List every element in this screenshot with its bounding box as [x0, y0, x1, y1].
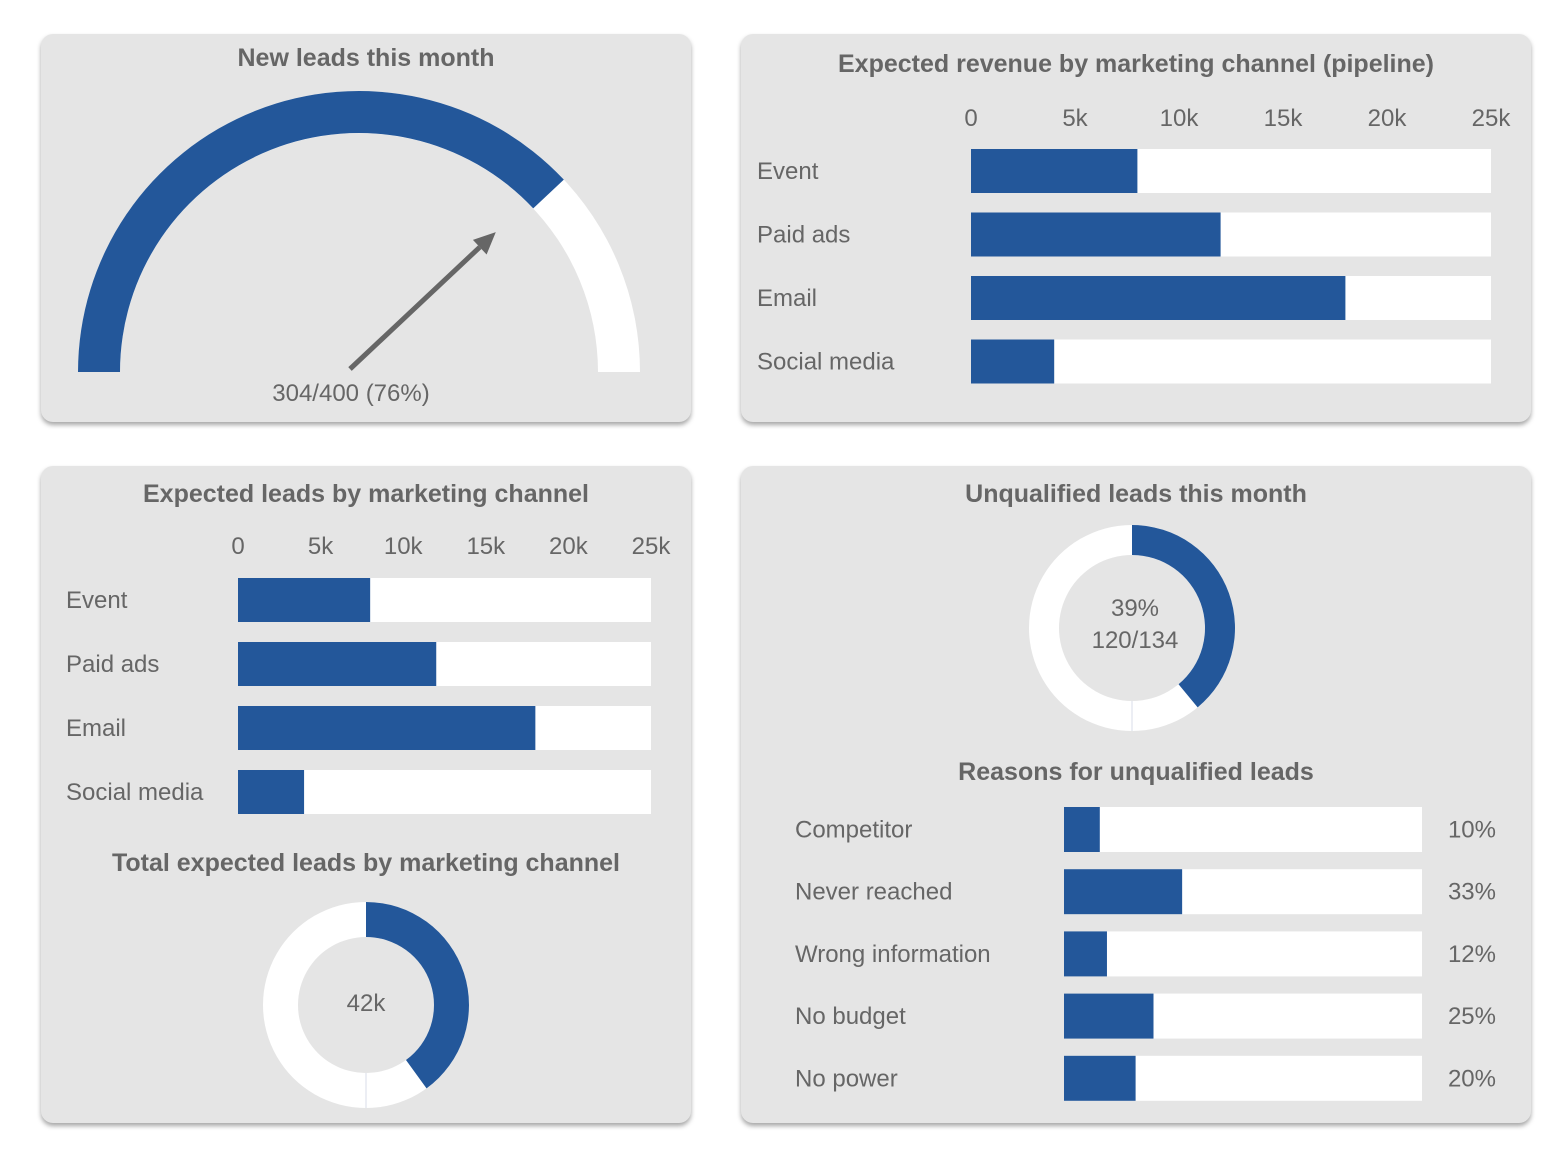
revenue-category-label: Paid ads — [757, 222, 850, 249]
donut-center-label: 42k — [347, 990, 387, 1017]
revenue-tick-label: 10k — [1160, 105, 1200, 132]
new-leads-panel: New leads this month 304/400 (76%) — [41, 34, 691, 422]
gauge-needle — [348, 245, 482, 371]
leads-panel: Expected leads by marketing channel 0 5k 1… — [41, 466, 691, 1123]
revenue-category-label: Social media — [757, 349, 895, 376]
reasons-bar — [1064, 807, 1100, 852]
total-leads-donut: 42k — [262, 902, 469, 1108]
reasons-bar-chart: Competitor 10% Never reached 33% Wrong infor… — [795, 807, 1496, 1101]
reasons-value-label: 25% — [1448, 1003, 1496, 1030]
reasons-category-label: Wrong information — [795, 941, 991, 968]
reasons-bar — [1064, 869, 1183, 915]
reasons-value-label: 33% — [1448, 879, 1496, 906]
gauge-chart: 304/400 (76%) — [78, 90, 640, 407]
revenue-category-label: Event — [757, 158, 819, 185]
revenue-bar — [971, 212, 1221, 257]
revenue-bar — [971, 339, 1055, 384]
revenue-tick-label: 25k — [1472, 105, 1512, 132]
gauge-fill — [78, 90, 564, 373]
revenue-panel: Expected revenue by marketing channel (p… — [741, 34, 1531, 422]
reasons-bar-track — [1064, 807, 1422, 852]
revenue-tick-label: 0 — [964, 105, 977, 132]
revenue-bar-chart: 0 5k 10k 15k 20k 25k Event Paid ads Email Social … — [757, 105, 1512, 384]
reasons-value-label: 10% — [1448, 817, 1496, 844]
revenue-tick-label: 15k — [1264, 105, 1304, 132]
revenue-category-label: Email — [757, 285, 817, 312]
reasons-category-label: Never reached — [795, 879, 952, 906]
gauge-value-label: 304/400 (76%) — [272, 380, 429, 407]
reasons-bar — [1064, 1055, 1136, 1101]
reasons-category-label: No budget — [795, 1003, 906, 1030]
revenue-bar — [971, 149, 1138, 193]
reasons-category-label: Competitor — [795, 817, 912, 844]
reasons-bar — [1064, 931, 1107, 977]
reasons-bar-track — [1064, 931, 1422, 977]
reasons-category-label: No power — [795, 1065, 898, 1092]
unqualified-panel: Unqualified leads this month 39% 120/134… — [741, 466, 1531, 1123]
reasons-value-label: 12% — [1448, 941, 1496, 968]
revenue-tick-label: 20k — [1368, 105, 1408, 132]
revenue-bar — [971, 276, 1346, 320]
reasons-bar — [1064, 993, 1154, 1039]
revenue-tick-label: 5k — [1062, 105, 1088, 132]
reasons-value-label: 20% — [1448, 1065, 1496, 1092]
